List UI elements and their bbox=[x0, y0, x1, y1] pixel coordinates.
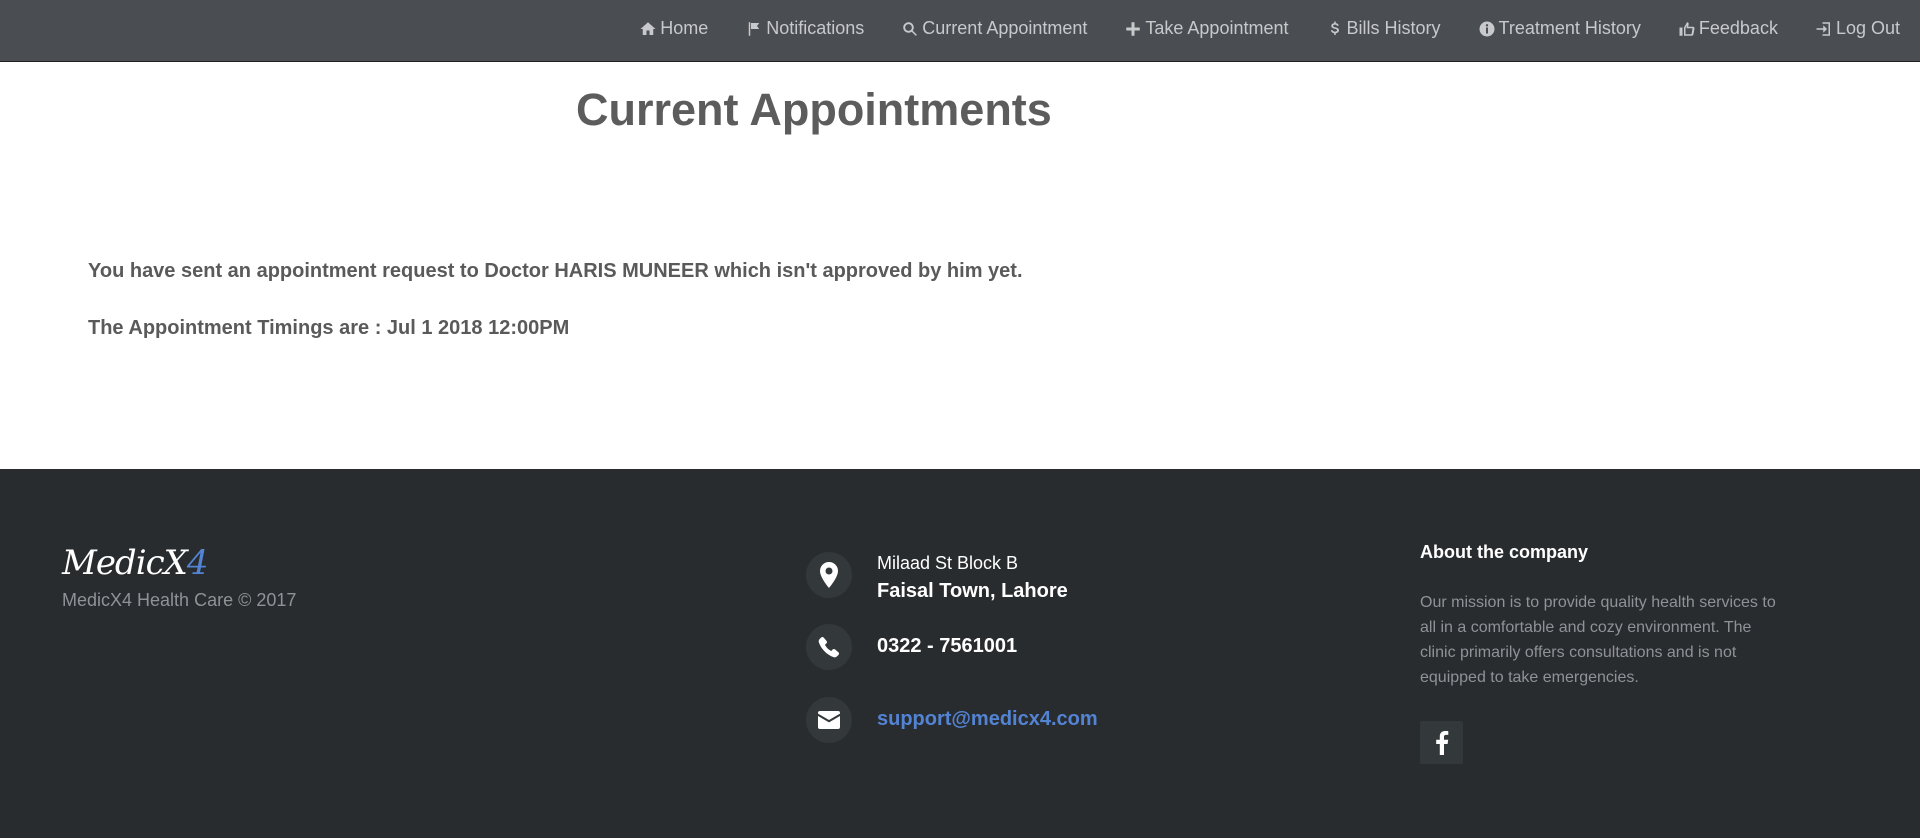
address-line-2: Faisal Town, Lahore bbox=[877, 580, 1068, 602]
appointment-timing-text: The Appointment Timings are : Jul 1 2018… bbox=[88, 317, 570, 339]
search-icon bbox=[903, 21, 918, 36]
nav-item-take-appointment[interactable]: Take Appointment bbox=[1124, 18, 1289, 39]
copyright-text: MedicX4 Health Care © 2017 bbox=[62, 590, 297, 610]
page-title: Current Appointments bbox=[576, 84, 1052, 135]
facebook-icon bbox=[1435, 730, 1448, 755]
nav-item-treatment-history[interactable]: Treatment History bbox=[1478, 18, 1641, 39]
map-marker-icon bbox=[806, 552, 852, 598]
address-line-1: Milaad St Block B bbox=[877, 553, 1019, 573]
home-icon bbox=[640, 21, 656, 35]
phone-number: 0322 - 7561001 bbox=[877, 635, 1018, 657]
top-navbar: Home Notifications Current Appointment T… bbox=[0, 0, 1920, 62]
info-icon bbox=[1479, 21, 1495, 36]
dollar-icon bbox=[1330, 21, 1339, 35]
facebook-button[interactable] bbox=[1420, 721, 1463, 764]
nav-item-home[interactable]: Home bbox=[639, 18, 708, 39]
nav-item-current-appointment[interactable]: Current Appointment bbox=[901, 18, 1087, 39]
footer: MedicX4 MedicX4 Health Care © 2017 Milaa… bbox=[0, 469, 1920, 838]
log-out-icon bbox=[1816, 21, 1830, 36]
nav-item-feedback[interactable]: Feedback bbox=[1678, 18, 1778, 39]
thumbs-up-icon bbox=[1679, 21, 1695, 36]
nav-item-bills-history[interactable]: Bills History bbox=[1326, 18, 1441, 39]
nav-item-log-out[interactable]: Log Out bbox=[1815, 18, 1900, 39]
support-email-link[interactable]: support@medicx4.com bbox=[877, 708, 1098, 731]
appointment-status-message: You have sent an appointment request to … bbox=[88, 260, 1023, 282]
phone-icon bbox=[806, 624, 852, 670]
flag-icon bbox=[749, 21, 760, 36]
about-heading: About the company bbox=[1420, 542, 1589, 562]
nav-item-notifications[interactable]: Notifications bbox=[745, 18, 864, 39]
logo: MedicX4 bbox=[62, 543, 208, 583]
about-text: Our mission is to provide quality health… bbox=[1420, 594, 1776, 686]
envelope-icon bbox=[806, 697, 852, 743]
nav-menu: Home Notifications Current Appointment T… bbox=[602, 0, 1900, 57]
plus-icon bbox=[1126, 21, 1141, 36]
